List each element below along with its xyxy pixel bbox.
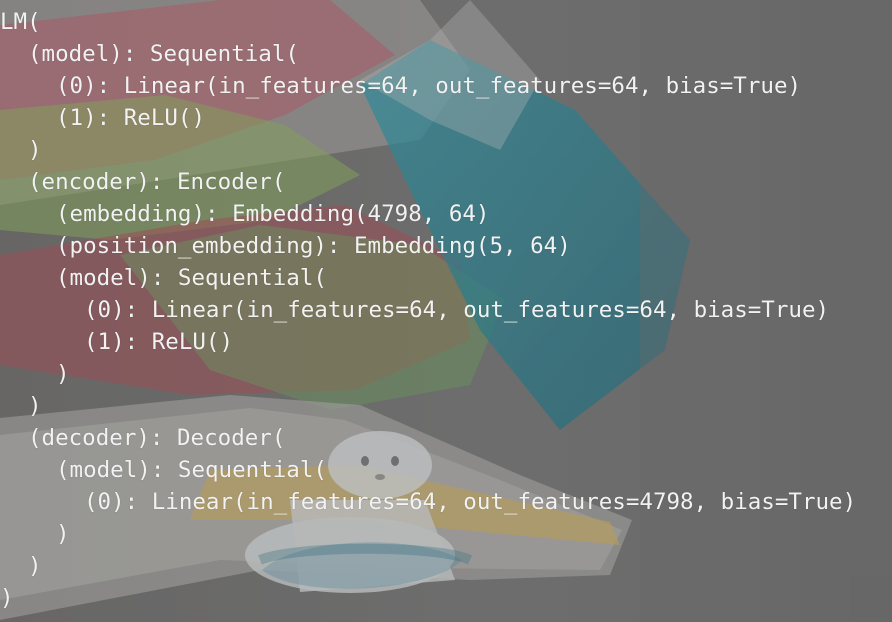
code-line: LM( xyxy=(0,9,41,35)
code-line: ) xyxy=(28,553,42,579)
code-line: (model): Sequential( xyxy=(56,457,327,483)
terminal-output: LM( (model): Sequential( (0): Linear(in_… xyxy=(0,0,892,622)
code-line: (1): ReLU() xyxy=(84,329,234,355)
code-line: ) xyxy=(56,521,70,547)
code-line: (encoder): Encoder( xyxy=(28,169,286,195)
code-line: ) xyxy=(0,585,14,611)
code-line: ) xyxy=(28,393,42,419)
code-line: (0): Linear(in_features=64, out_features… xyxy=(56,73,802,99)
code-line: (1): ReLU() xyxy=(56,105,206,131)
code-line: ) xyxy=(56,361,70,387)
code-line: (0): Linear(in_features=64, out_features… xyxy=(84,489,857,515)
code-line: (position_embedding): Embedding(5, 64) xyxy=(56,233,571,259)
terminal-window[interactable]: LM( (model): Sequential( (0): Linear(in_… xyxy=(0,0,892,622)
code-line: (model): Sequential( xyxy=(28,41,299,67)
code-line: (model): Sequential( xyxy=(56,265,327,291)
code-line: (decoder): Decoder( xyxy=(28,425,286,451)
code-line: ) xyxy=(28,137,42,163)
code-line: (embedding): Embedding(4798, 64) xyxy=(56,201,490,227)
code-line: (0): Linear(in_features=64, out_features… xyxy=(84,297,830,323)
